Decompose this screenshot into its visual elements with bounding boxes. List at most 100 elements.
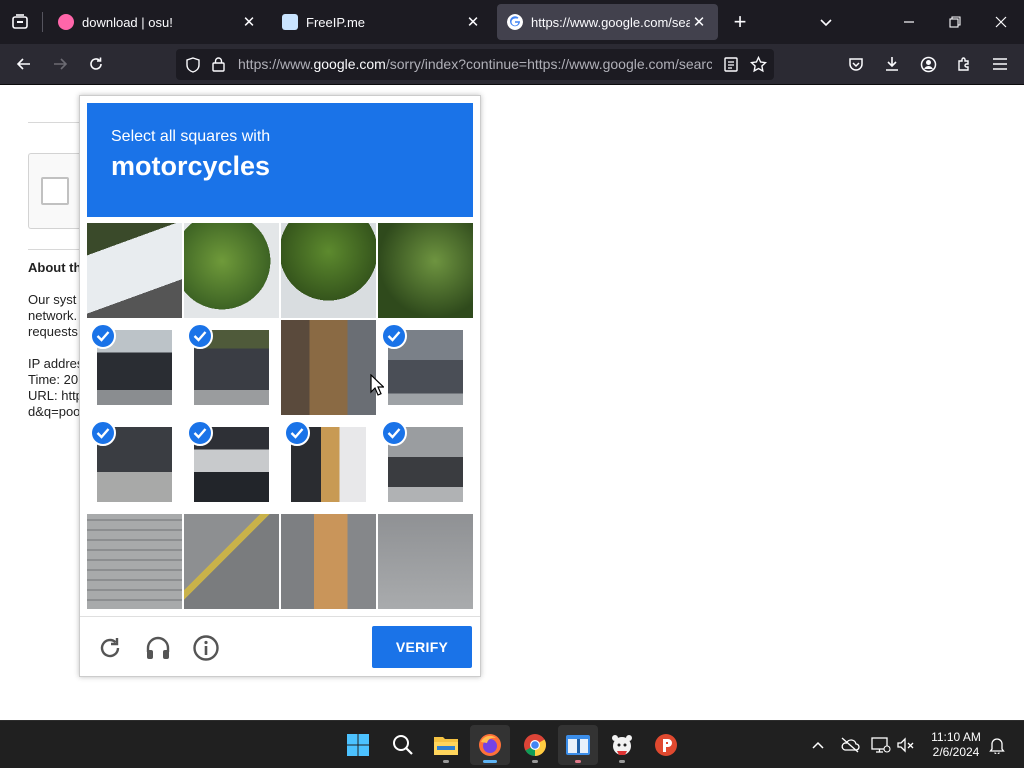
notifications-button[interactable] xyxy=(985,733,1009,757)
captcha-tile[interactable] xyxy=(87,320,182,415)
app-window-icon xyxy=(566,735,590,755)
captcha-tile[interactable] xyxy=(184,514,279,609)
captcha-tile[interactable] xyxy=(184,320,279,415)
tab-close-icon[interactable]: ✕ xyxy=(690,13,708,31)
start-button[interactable] xyxy=(338,725,378,765)
reload-challenge-button[interactable] xyxy=(92,630,128,666)
hamburger-icon xyxy=(993,58,1007,70)
checkmark-icon xyxy=(90,323,116,349)
pocket-button[interactable] xyxy=(841,49,871,79)
running-indicator xyxy=(619,760,625,763)
tab-google[interactable]: https://www.google.com/search ✕ xyxy=(497,4,718,40)
google-favicon-icon xyxy=(507,14,523,30)
body-line: requests xyxy=(28,324,78,339)
captcha-tile[interactable] xyxy=(378,417,473,512)
system-clock[interactable]: 11:10 AM 2/6/2024 xyxy=(918,730,994,760)
captcha-tile[interactable] xyxy=(87,417,182,512)
tab-overview-button[interactable] xyxy=(0,0,40,44)
url-text[interactable]: https://www.google.com/sorry/index?conti… xyxy=(238,56,712,72)
chrome-icon xyxy=(524,734,546,756)
bookmark-star-icon[interactable] xyxy=(750,56,767,73)
captcha-tile[interactable] xyxy=(87,514,182,609)
forward-button[interactable] xyxy=(45,49,75,79)
folder-icon xyxy=(434,737,458,755)
account-button[interactable] xyxy=(913,49,943,79)
navigation-toolbar: https://www.google.com/sorry/index?conti… xyxy=(0,44,1024,85)
mouse-cursor-icon xyxy=(370,374,384,396)
url-bar[interactable]: https://www.google.com/sorry/index?conti… xyxy=(176,49,774,80)
psiphon-button[interactable] xyxy=(646,725,686,765)
reload-button[interactable] xyxy=(81,49,111,79)
firefox-icon xyxy=(479,734,501,756)
shield-icon[interactable] xyxy=(186,57,200,73)
time-line: Time: 20 xyxy=(28,372,79,387)
captcha-tile-image xyxy=(184,514,279,609)
tab-osu[interactable]: download | osu! ✕ xyxy=(48,4,268,40)
active-indicator xyxy=(483,760,497,763)
captcha-tile[interactable] xyxy=(281,223,376,318)
footer-divider xyxy=(80,616,480,617)
captcha-tile-image xyxy=(281,514,376,609)
chrome-button[interactable] xyxy=(515,725,555,765)
tab-close-icon[interactable]: ✕ xyxy=(464,13,482,31)
captcha-tile[interactable] xyxy=(281,417,376,512)
windows-taskbar: 11:10 AM 2/6/2024 xyxy=(0,720,1024,768)
captcha-tile[interactable] xyxy=(378,223,473,318)
reader-view-icon[interactable] xyxy=(724,57,738,72)
volume-tray-button[interactable] xyxy=(894,733,918,757)
recaptcha-challenge: Select all squares with motorcycles VERI… xyxy=(79,95,481,677)
captcha-tile[interactable] xyxy=(184,417,279,512)
captcha-tile[interactable] xyxy=(378,320,473,415)
ip-address-line: IP addres xyxy=(28,356,84,371)
lock-icon[interactable] xyxy=(212,57,225,72)
recaptcha-checkbox[interactable] xyxy=(41,177,69,205)
checkmark-icon xyxy=(381,323,407,349)
plus-icon: + xyxy=(733,9,747,34)
onedrive-tray-button[interactable] xyxy=(838,733,862,757)
captcha-tile[interactable] xyxy=(184,223,279,318)
minimize-icon xyxy=(904,21,914,23)
menu-button[interactable] xyxy=(985,49,1015,79)
extensions-button[interactable] xyxy=(949,49,979,79)
minimize-button[interactable] xyxy=(886,0,932,44)
restore-button[interactable] xyxy=(932,0,978,44)
back-button[interactable] xyxy=(9,49,39,79)
verify-button[interactable]: VERIFY xyxy=(372,626,472,668)
windows-logo-icon xyxy=(347,734,369,756)
captcha-tile-image xyxy=(378,223,473,318)
captcha-tile[interactable] xyxy=(378,514,473,609)
help-button[interactable] xyxy=(188,630,224,666)
body-line: Our syst xyxy=(28,292,77,307)
list-all-tabs-button[interactable] xyxy=(803,0,849,44)
tab-freeip[interactable]: FreeIP.me ✕ xyxy=(272,4,492,40)
prompt-target: motorcycles xyxy=(111,151,271,181)
search-button[interactable] xyxy=(383,725,423,765)
tab-close-icon[interactable]: ✕ xyxy=(240,13,258,31)
url-line: URL: http xyxy=(28,388,83,403)
captcha-tile-image xyxy=(184,223,279,318)
captcha-tile-image xyxy=(281,320,376,415)
image-grid xyxy=(87,223,473,609)
query-line: d&q=poo xyxy=(28,404,81,419)
checkmark-icon xyxy=(90,420,116,446)
close-window-button[interactable] xyxy=(978,0,1024,44)
cloud-offline-icon xyxy=(841,737,860,753)
firefox-button[interactable] xyxy=(470,725,510,765)
file-explorer-button[interactable] xyxy=(426,725,466,765)
downloads-button[interactable] xyxy=(877,49,907,79)
running-indicator xyxy=(443,760,449,763)
show-hidden-icons-button[interactable] xyxy=(806,733,830,757)
mascot-app-button[interactable] xyxy=(602,725,642,765)
captcha-tile[interactable] xyxy=(281,514,376,609)
captcha-tile-image xyxy=(281,223,376,318)
account-icon xyxy=(920,56,936,72)
audio-challenge-button[interactable] xyxy=(140,630,176,666)
arrow-right-icon xyxy=(54,58,68,70)
network-tray-button[interactable] xyxy=(869,733,893,757)
captcha-tile[interactable] xyxy=(281,320,376,415)
volume-muted-icon xyxy=(897,737,914,753)
app-window-button[interactable] xyxy=(558,725,598,765)
new-tab-button[interactable]: + xyxy=(718,0,762,44)
captcha-tile-image xyxy=(378,514,473,609)
captcha-tile[interactable] xyxy=(87,223,182,318)
